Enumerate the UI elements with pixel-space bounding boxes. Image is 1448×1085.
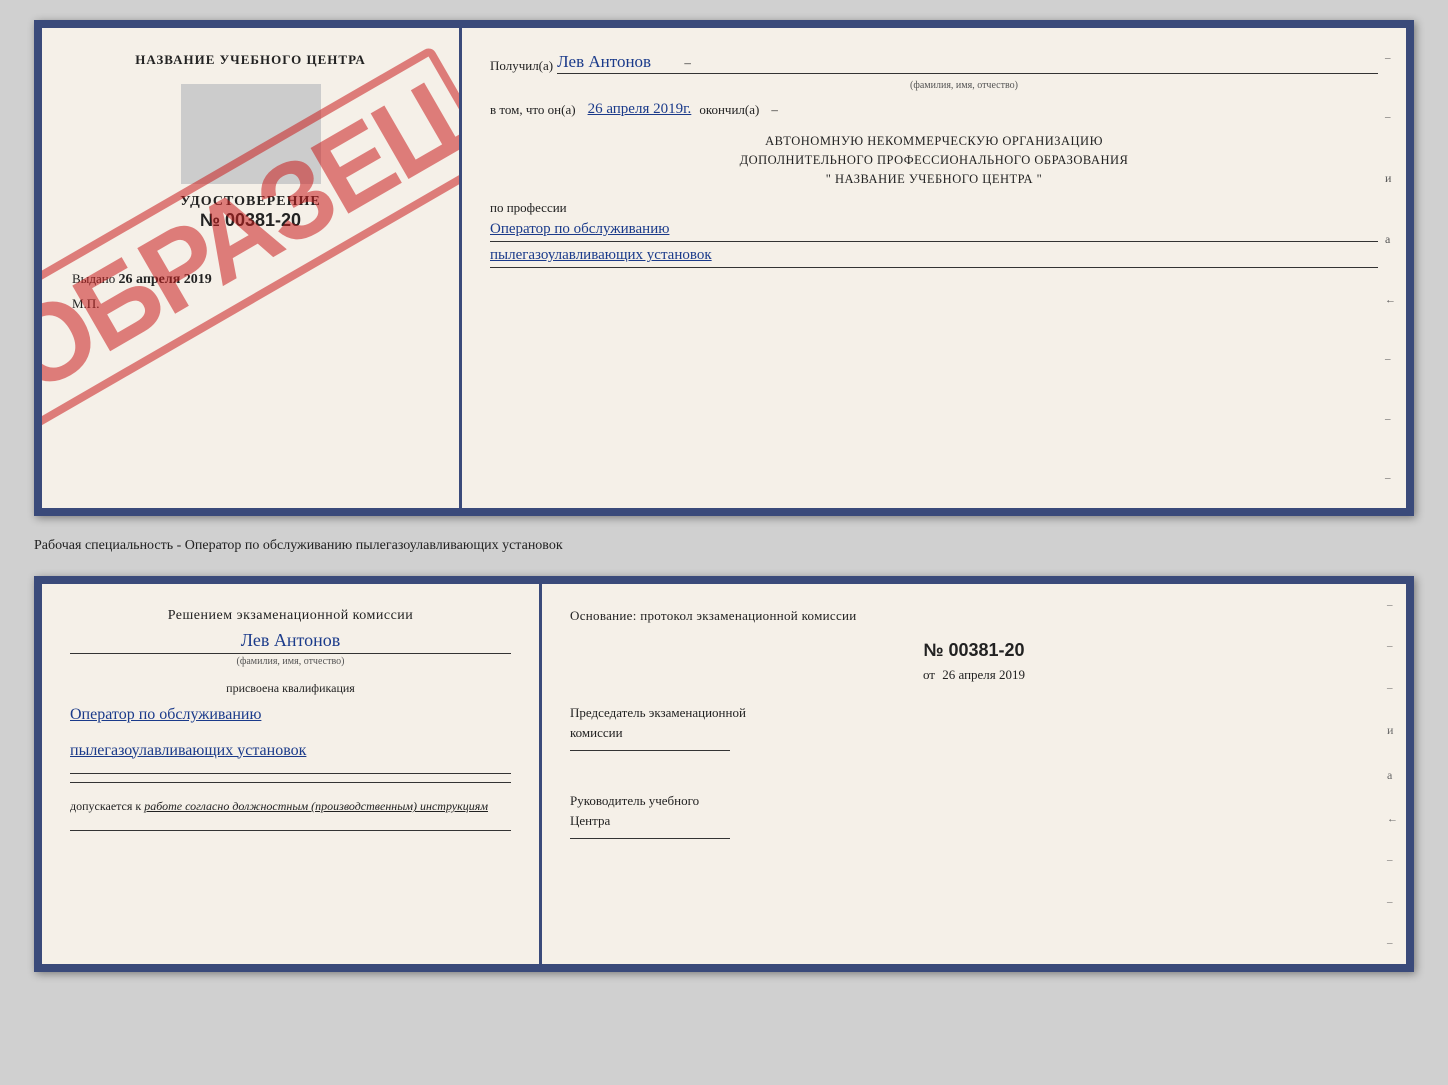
block-text: АВТОНОМНУЮ НЕКОММЕРЧЕСКУЮ ОРГАНИЗАЦИЮ ДО…	[490, 132, 1378, 188]
vtom-label: в том, что он(а)	[490, 102, 576, 118]
po-professii-label: по профессии	[490, 200, 1378, 216]
ot-date: от 26 апреля 2019	[570, 667, 1378, 683]
separator-label: Рабочая специальность - Оператор по обсл…	[34, 534, 1414, 558]
udostoverenie-number: № 00381-20	[62, 210, 439, 231]
dopuskaetsya-suffix: работе согласно должностным (производств…	[144, 799, 488, 813]
vydano-label: Выдано	[72, 271, 115, 286]
predsedatel-line1: Председатель экзаменационной	[570, 703, 1378, 723]
top-document: НАЗВАНИЕ УЧЕБНОГО ЦЕНТРА УДОСТОВЕРЕНИЕ №…	[34, 20, 1414, 516]
predsedatel-line2: комиссии	[570, 723, 1378, 743]
udostoverenie-block: УДОСТОВЕРЕНИЕ № 00381-20	[62, 194, 439, 231]
qualification-line2: пылегазоулавливающих установок	[70, 738, 511, 764]
ot-date-value: 26 апреля 2019	[942, 667, 1025, 682]
dopuskaetsya-text: допускается к работе согласно должностны…	[70, 799, 511, 814]
osnovaniye-heading: Основание: протокол экзаменационной коми…	[570, 608, 1378, 624]
vydano-date: 26 апреля 2019	[119, 272, 212, 287]
block-line2: ДОПОЛНИТЕЛЬНОГО ПРОФЕССИОНАЛЬНОГО ОБРАЗО…	[490, 151, 1378, 170]
rukovoditel-sig-line	[570, 838, 730, 839]
rukovoditel-line1: Руководитель учебного	[570, 791, 1378, 811]
block-line3: " НАЗВАНИЕ УЧЕБНОГО ЦЕНТРА "	[490, 170, 1378, 189]
profession-line2: пылегазоулавливающих установок	[490, 246, 1378, 268]
bottom-document: Решением экзаменационной комиссии Лев Ан…	[34, 576, 1414, 972]
bottom-doc-left: Решением экзаменационной комиссии Лев Ан…	[42, 584, 542, 964]
dash-top: –	[684, 55, 691, 70]
poluchil-row: Получил(а) Лев Антонов –	[490, 52, 1378, 74]
right-dashes: – – и а ← – – –	[1385, 28, 1396, 508]
poluchil-label: Получил(а)	[490, 58, 553, 74]
profession-line1: Оператор по обслуживанию	[490, 220, 1378, 242]
prisvoena-text: присвоена квалификация	[70, 681, 511, 696]
underline-3	[70, 830, 511, 831]
udostoverenie-title: УДОСТОВЕРЕНИЕ	[62, 194, 439, 210]
protocol-num: № 00381-20	[570, 640, 1378, 661]
ot-label: от	[923, 667, 935, 682]
top-doc-right: Получил(а) Лев Антонов – (фамилия, имя, …	[462, 28, 1406, 508]
predsedatel-sig-line	[570, 750, 730, 751]
rukovoditel-line2: Центра	[570, 811, 1378, 831]
predsedatel-block: Председатель экзаменационной комиссии	[570, 703, 1378, 751]
resheniyem-heading: Решением экзаменационной комиссии	[70, 608, 511, 624]
mp-line: М.П.	[62, 296, 439, 312]
fio-sub-top: (фамилия, имя, отчество)	[550, 80, 1378, 91]
photo-placeholder	[181, 84, 321, 184]
rukovoditel-block: Руководитель учебного Центра	[570, 791, 1378, 839]
okonchil-label: окончил(а)	[699, 102, 759, 118]
top-doc-center-title: НАЗВАНИЕ УЧЕБНОГО ЦЕНТРА	[62, 52, 439, 68]
profession-line1-text: Оператор по обслуживанию	[490, 221, 669, 237]
dopuskaetsya-prefix: допускается к	[70, 799, 141, 813]
bottom-doc-right: Основание: протокол экзаменационной коми…	[542, 584, 1406, 964]
vtom-date: 26 апреля 2019г.	[588, 101, 692, 118]
underline-2	[70, 782, 511, 783]
komissia-name: Лев Антонов	[70, 630, 511, 654]
dash-vtom: –	[771, 102, 778, 118]
qualification-line1: Оператор по обслуживанию	[70, 702, 511, 728]
vydano-line: Выдано 26 апреля 2019	[62, 271, 439, 288]
poluchil-name: Лев Антонов	[557, 52, 651, 71]
top-doc-left: НАЗВАНИЕ УЧЕБНОГО ЦЕНТРА УДОСТОВЕРЕНИЕ №…	[42, 28, 462, 508]
block-line1: АВТОНОМНУЮ НЕКОММЕРЧЕСКУЮ ОРГАНИЗАЦИЮ	[490, 132, 1378, 151]
underline-1	[70, 773, 511, 774]
vtom-row: в том, что он(а) 26 апреля 2019г. окончи…	[490, 101, 1378, 118]
bottom-right-dashes: – – – и а ← – – –	[1387, 584, 1398, 964]
profession-line2-text: пылегазоулавливающих установок	[490, 247, 712, 263]
fio-sub-bottom: (фамилия, имя, отчество)	[70, 656, 511, 667]
